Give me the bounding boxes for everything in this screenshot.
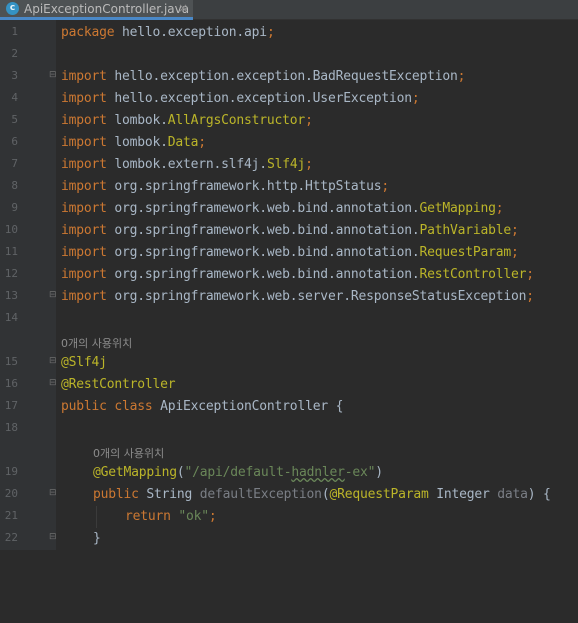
line-number: 13 xyxy=(4,289,18,302)
code-line: 1 package hello.exception.api; xyxy=(0,22,578,44)
line-number: 1 xyxy=(11,25,18,38)
usage-hint-line: 0개의 사용위치 xyxy=(0,440,578,462)
code-line: 17 public class ApiExceptionController { xyxy=(0,396,578,418)
code-text: @RestController xyxy=(61,377,176,392)
typo-warning: hadnler xyxy=(291,465,345,480)
tab-api-exception-controller[interactable]: c ApiExceptionController.java × xyxy=(0,0,193,20)
line-number: 4 xyxy=(11,91,18,104)
code-text: import lombok.AllArgsConstructor; xyxy=(61,113,313,128)
java-class-icon: c xyxy=(6,2,19,15)
line-number: 9 xyxy=(11,201,18,214)
line-number: 19 xyxy=(4,465,18,478)
fold-end-icon[interactable]: ⊟ xyxy=(49,290,57,300)
code-line: 16 ⊟ @RestController xyxy=(0,374,578,396)
code-line: 20 ⊟ public String defaultException(@Req… xyxy=(0,484,578,506)
code-text: import hello.exception.exception.UserExc… xyxy=(61,91,420,106)
fold-end-icon[interactable]: ⊟ xyxy=(49,378,57,388)
code-text: import org.springframework.http.HttpStat… xyxy=(61,179,389,194)
line-number: 3 xyxy=(11,69,18,82)
code-text: import org.springframework.web.server.Re… xyxy=(61,289,534,304)
line-number: 8 xyxy=(11,179,18,192)
usage-hint-line: 0개의 사용위치 xyxy=(0,330,578,352)
line-number: 6 xyxy=(11,135,18,148)
tab-title: ApiExceptionController.java xyxy=(24,2,190,16)
fold-end-icon[interactable]: ⊟ xyxy=(49,532,57,542)
code-line: 3 ⊟ import hello.exception.exception.Bad… xyxy=(0,66,578,88)
code-line: 6 import lombok.Data; xyxy=(0,132,578,154)
code-text: import org.springframework.web.bind.anno… xyxy=(61,245,519,260)
code-line: 8 import org.springframework.http.HttpSt… xyxy=(0,176,578,198)
code-line: 10 import org.springframework.web.bind.a… xyxy=(0,220,578,242)
code-text: import lombok.Data; xyxy=(61,135,206,150)
code-text: import lombok.extern.slf4j.Slf4j; xyxy=(61,157,313,172)
line-number: 7 xyxy=(11,157,18,170)
code-line: 2 xyxy=(0,44,578,66)
editor-tab-bar: c ApiExceptionController.java × xyxy=(0,0,578,20)
line-number: 20 xyxy=(4,487,18,500)
code-line: 15 ⊟ @Slf4j xyxy=(0,352,578,374)
line-number: 22 xyxy=(4,531,18,544)
line-number: 21 xyxy=(4,509,18,522)
line-number: 16 xyxy=(4,377,18,390)
code-line: 13 ⊟ import org.springframework.web.serv… xyxy=(0,286,578,308)
code-text: return "ok"; xyxy=(125,509,217,524)
code-line: 14 xyxy=(0,308,578,330)
fold-start-icon[interactable]: ⊟ xyxy=(49,356,57,366)
fold-start-icon[interactable]: ⊟ xyxy=(49,488,57,498)
line-number: 15 xyxy=(4,355,18,368)
code-line: 4 import hello.exception.exception.UserE… xyxy=(0,88,578,110)
code-text: @Slf4j xyxy=(61,355,107,370)
code-line: 5 import lombok.AllArgsConstructor; xyxy=(0,110,578,132)
code-text: public String defaultException(@RequestP… xyxy=(93,487,551,502)
code-line: 11 import org.springframework.web.bind.a… xyxy=(0,242,578,264)
code-text: } xyxy=(93,531,101,546)
code-editor[interactable]: 1 package hello.exception.api; 2 3 ⊟ imp… xyxy=(0,22,578,550)
code-line: 22 ⊟ } xyxy=(0,528,578,550)
line-number: 10 xyxy=(4,223,18,236)
code-line: 18 xyxy=(0,418,578,440)
code-text: import org.springframework.web.bind.anno… xyxy=(61,201,504,216)
line-number: 11 xyxy=(4,245,18,258)
line-number: 2 xyxy=(11,47,18,60)
line-number: 12 xyxy=(4,267,18,280)
code-text: import org.springframework.web.bind.anno… xyxy=(61,223,519,238)
code-line: 7 import lombok.extern.slf4j.Slf4j; xyxy=(0,154,578,176)
usage-hint[interactable]: 0개의 사용위치 xyxy=(61,335,132,351)
code-text: public class ApiExceptionController { xyxy=(61,399,344,414)
line-number: 17 xyxy=(4,399,18,412)
code-text: @GetMapping("/api/default-hadnler-ex") xyxy=(93,465,383,480)
line-number: 18 xyxy=(4,421,18,434)
indent-guide xyxy=(96,506,97,528)
code-line: 21 return "ok"; xyxy=(0,506,578,528)
fold-start-icon[interactable]: ⊟ xyxy=(49,70,57,80)
code-text: import org.springframework.web.bind.anno… xyxy=(61,267,534,282)
line-number: 14 xyxy=(4,311,18,324)
code-text: import hello.exception.exception.BadRequ… xyxy=(61,69,466,84)
close-tab-icon[interactable]: × xyxy=(178,1,188,15)
usage-hint[interactable]: 0개의 사용위치 xyxy=(93,445,164,461)
code-line: 12 import org.springframework.web.bind.a… xyxy=(0,264,578,286)
code-line: 19 @GetMapping("/api/default-hadnler-ex"… xyxy=(0,462,578,484)
code-text: package hello.exception.api; xyxy=(61,25,275,40)
code-line: 9 import org.springframework.web.bind.an… xyxy=(0,198,578,220)
line-number: 5 xyxy=(11,113,18,126)
